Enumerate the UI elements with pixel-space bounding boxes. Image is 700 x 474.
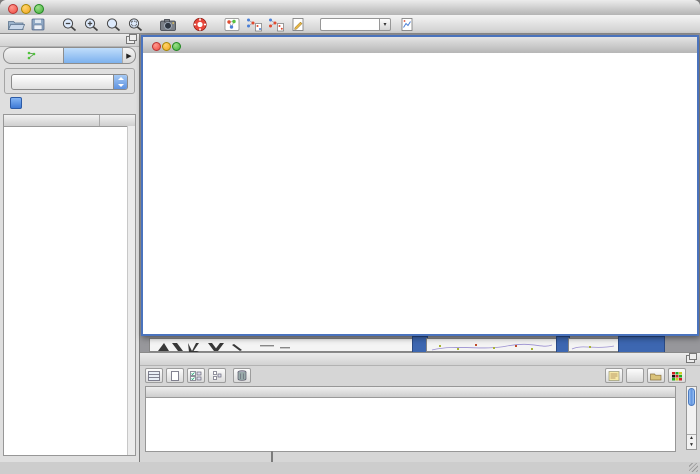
nodes-column-header[interactable] <box>100 115 135 126</box>
select-nodes-checkbox[interactable] <box>10 97 22 109</box>
data-panel-toolbar-right <box>605 367 686 384</box>
float-panel-icon[interactable] <box>686 355 695 363</box>
background-network-window[interactable] <box>149 338 413 352</box>
network-canvas[interactable] <box>143 53 697 334</box>
network-view-titlebar[interactable] <box>143 37 697 54</box>
close-window-button[interactable] <box>8 4 18 14</box>
select-nodes-row <box>10 97 27 109</box>
network-view-window <box>141 35 699 336</box>
background-window-edge <box>618 336 665 353</box>
take-snapshot-icon[interactable] <box>157 16 179 33</box>
network-tree-panel <box>3 114 136 456</box>
tab-network[interactable] <box>4 48 63 63</box>
node-color-dropdown[interactable] <box>11 74 128 90</box>
new-attribute-icon[interactable] <box>166 368 184 383</box>
close-view-button[interactable] <box>152 42 161 51</box>
attribute-list-icon[interactable] <box>605 368 623 383</box>
dropdown-stepper-icon <box>113 75 127 89</box>
new-network-from-selection-selected-edges-icon[interactable] <box>265 16 287 33</box>
resize-grip[interactable] <box>689 463 698 472</box>
open-vizmapper-icon[interactable] <box>221 16 243 33</box>
node-color-selection-group <box>4 68 135 94</box>
control-panel-header <box>0 34 139 47</box>
select-attributes-icon[interactable] <box>187 368 205 383</box>
attribute-panel-icon[interactable] <box>145 368 163 383</box>
zoom-in-icon[interactable] <box>81 16 103 33</box>
minimize-view-button[interactable] <box>162 42 171 51</box>
page-chart-icon[interactable] <box>396 16 418 33</box>
window-titlebar <box>0 0 700 16</box>
control-panel-tabs: ▶ <box>3 47 136 64</box>
zoom-actual-size-icon[interactable] <box>103 16 125 33</box>
heatmap-icon[interactable] <box>668 368 686 383</box>
function-builder-icon[interactable] <box>626 368 644 383</box>
attribute-table-header <box>146 387 675 398</box>
tree-scrollbar[interactable] <box>127 126 135 455</box>
table-scrollbar[interactable]: ▲▼ <box>686 386 697 450</box>
attribute-matrix-icon[interactable] <box>208 368 226 383</box>
cytoscape-window: ▾ ▶ <box>0 0 700 474</box>
minimize-window-button[interactable] <box>21 4 31 14</box>
control-panel: ▶ <box>0 34 140 462</box>
background-network-window[interactable] <box>568 338 620 352</box>
help-icon[interactable] <box>189 16 211 33</box>
zoom-out-icon[interactable] <box>59 16 81 33</box>
data-panel-header <box>140 353 700 366</box>
table-scrollbar-arrows[interactable]: ▲▼ <box>687 434 696 449</box>
zoom-window-button[interactable] <box>34 4 44 14</box>
network-tree-header <box>4 115 135 127</box>
tab-mosaic[interactable] <box>63 48 123 63</box>
data-panel-toolbar <box>145 367 254 384</box>
status-bar <box>0 462 700 474</box>
import-attributes-icon[interactable] <box>647 368 665 383</box>
page-edit-icon[interactable] <box>287 16 309 33</box>
network-tab-icon <box>27 51 36 60</box>
data-panel: ▲▼ <box>140 352 700 462</box>
search-input[interactable] <box>320 18 379 31</box>
background-network-window[interactable] <box>426 338 558 352</box>
main-toolbar: ▾ <box>0 15 700 34</box>
float-panel-icon[interactable] <box>126 36 135 44</box>
search-dropdown-icon[interactable]: ▾ <box>379 18 391 31</box>
attribute-table <box>145 386 676 452</box>
zoom-view-button[interactable] <box>172 42 181 51</box>
zoom-selected-region-icon[interactable] <box>125 16 147 33</box>
open-session-icon[interactable] <box>5 16 27 33</box>
tab-overflow-arrow-icon[interactable]: ▶ <box>122 48 135 63</box>
new-network-from-selection-all-edges-icon[interactable] <box>243 16 265 33</box>
table-scrollbar-thumb[interactable] <box>688 388 695 406</box>
network-column-header[interactable] <box>4 115 100 126</box>
save-session-icon[interactable] <box>27 16 49 33</box>
delete-attribute-icon[interactable] <box>233 368 251 383</box>
